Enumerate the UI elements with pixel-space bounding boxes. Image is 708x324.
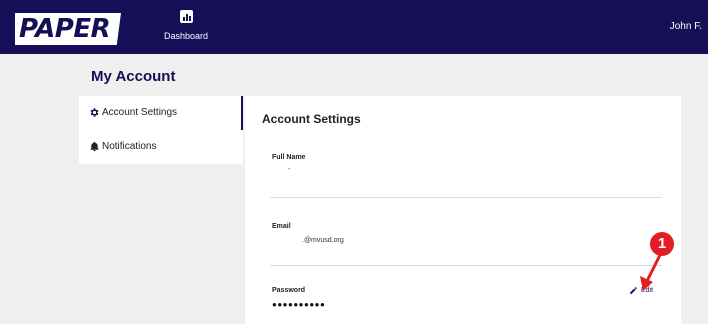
annotation-arrow — [640, 253, 662, 291]
annotation-badge: 1 — [650, 232, 674, 256]
